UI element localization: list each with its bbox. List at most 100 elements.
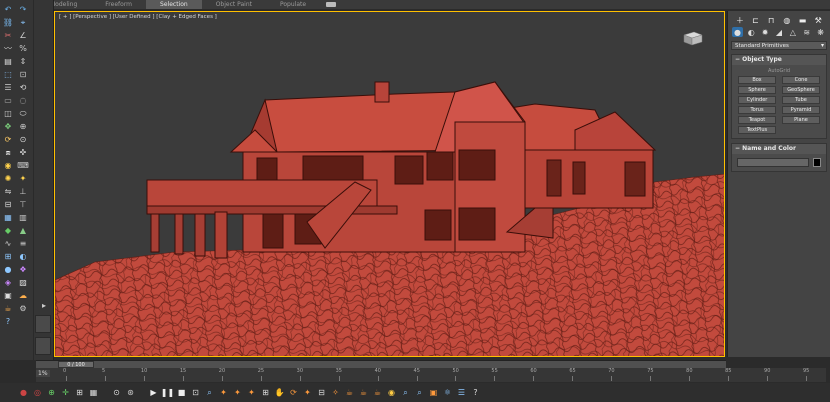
cylinder-button[interactable]: Cylinder — [738, 96, 776, 104]
unlink-icon[interactable]: ✂ — [2, 30, 14, 41]
time-config-icon[interactable]: ⊡ — [190, 387, 201, 398]
tab-selection[interactable]: Selection — [146, 0, 202, 9]
settings-icon[interactable]: ⚙ — [17, 303, 29, 314]
scale-icon[interactable]: ⧈ — [2, 147, 14, 158]
hierarchy-tab-icon[interactable]: ⊓ — [765, 15, 777, 25]
tab-object-paint[interactable]: Object Paint — [202, 0, 266, 9]
textplus-button[interactable]: TextPlus — [738, 126, 776, 134]
track-bar[interactable]: 0 5 10 15 20 25 30 35 40 45 50 55 60 65 70 75 80 85 90 95 — [36, 368, 826, 382]
move-icon[interactable]: ✥ — [2, 121, 14, 132]
tab-freeform[interactable]: Freeform — [91, 0, 146, 9]
place-icon[interactable]: ◉ — [2, 160, 14, 171]
material-browser-icon[interactable]: ⌕ — [414, 387, 425, 398]
undo-icon[interactable]: ↶ — [2, 4, 14, 15]
ribbon-options-icon[interactable] — [326, 2, 337, 7]
systems-icon[interactable]: ❋ — [815, 27, 826, 37]
named-sets-icon[interactable]: ⊡ — [17, 69, 29, 80]
spinner-snap-icon[interactable]: ⇕ — [17, 56, 29, 67]
paint-select-icon[interactable]: ⬭ — [17, 108, 29, 119]
graphite-icon[interactable]: ◆ — [2, 225, 14, 236]
zoom-extents-icon[interactable]: ✦ — [232, 387, 243, 398]
time-slider[interactable]: 0 / 100 — [58, 361, 94, 368]
maxscript-icon[interactable]: ● — [18, 387, 29, 398]
pause-icon[interactable]: ❚❚ — [161, 387, 174, 398]
light-icon[interactable]: ✦ — [17, 173, 29, 184]
object-type-header[interactable]: − Object Type — [732, 55, 826, 65]
tab-populate[interactable]: Populate — [266, 0, 320, 9]
shapes-icon[interactable]: ◐ — [746, 27, 757, 37]
percent-snap-icon[interactable]: % — [17, 43, 29, 54]
cone-button[interactable]: Cone — [782, 76, 820, 84]
slate-editor-icon[interactable]: ▣ — [428, 387, 439, 398]
teapot-button[interactable]: Teapot — [738, 116, 776, 124]
help-bottom-icon[interactable]: ? — [470, 387, 481, 398]
effects-icon[interactable]: ⌕ — [400, 387, 411, 398]
plane-button[interactable]: Plane — [782, 116, 820, 124]
manipulate-icon[interactable]: ✜ — [17, 147, 29, 158]
walk-icon[interactable]: ✦ — [302, 387, 313, 398]
redo-icon[interactable]: ↷ — [17, 4, 29, 15]
layer-icon[interactable]: ▦ — [2, 212, 14, 223]
keyboard-shortcut-icon[interactable]: ⌨ — [17, 160, 29, 171]
bind-spacewarp-icon[interactable]: 〰 — [2, 43, 14, 54]
utilities-tab-icon[interactable]: ⚒ — [812, 15, 824, 25]
zoom-icon[interactable]: ⌕ — [204, 387, 215, 398]
absolute-mode-icon[interactable]: ✛ — [60, 387, 71, 398]
select-lasso-icon[interactable]: ◌ — [17, 95, 29, 106]
grid-icon[interactable]: ▦ — [88, 387, 99, 398]
select-object-icon[interactable]: ⬚ — [2, 69, 14, 80]
lock-selection-icon[interactable]: ◎ — [32, 387, 43, 398]
selection-filter-icon[interactable]: ▤ — [2, 56, 14, 67]
lights-icon[interactable]: ✹ — [760, 27, 771, 37]
active-shade-icon[interactable]: ☕ — [372, 387, 383, 398]
viewcube-icon[interactable] — [682, 30, 704, 46]
primitive-category-dropdown[interactable]: Standard Primitives — [731, 41, 827, 50]
viewport-maximize-button[interactable] — [35, 337, 51, 355]
normal-align-icon[interactable]: ⊥ — [17, 186, 29, 197]
select-rotate-icon[interactable]: ⟲ — [17, 82, 29, 93]
link-icon[interactable]: ⛓ — [2, 17, 14, 28]
compact-material-icon[interactable]: ◐ — [17, 251, 29, 262]
perspective-viewport[interactable]: [ + ] [Perspective ] [User Defined ] [Cl… — [54, 11, 725, 357]
maximize-viewport-icon[interactable]: ⊟ — [316, 387, 327, 398]
expand-arrow-icon[interactable]: ▸ — [38, 300, 50, 311]
rect-selection-icon[interactable]: ▭ — [2, 95, 14, 106]
render-setup-icon[interactable]: ◈ — [2, 277, 14, 288]
snaps-icon[interactable]: ⌖ — [17, 17, 29, 28]
pan-icon[interactable]: ✋ — [274, 387, 285, 398]
scene-explorer-icon[interactable]: ▥ — [17, 212, 29, 223]
render-teapot-icon[interactable]: ☕ — [344, 387, 355, 398]
material-editor-icon[interactable]: ● — [2, 264, 14, 275]
quick-align-icon[interactable]: ⊤ — [17, 199, 29, 210]
time-slider-track[interactable]: 0 / 100 — [36, 360, 726, 368]
reference-coord-icon[interactable]: ⊕ — [17, 121, 29, 132]
ribbon-toggle-icon[interactable]: ▲ — [17, 225, 29, 236]
viewport-layout-button[interactable] — [35, 315, 51, 333]
render-production-icon[interactable]: ▨ — [17, 277, 29, 288]
name-color-header[interactable]: − Name and Color — [732, 144, 826, 154]
cameras-icon[interactable]: ◢ — [774, 27, 785, 37]
render-cloud-icon[interactable]: ☁ — [17, 290, 29, 301]
help-icon[interactable]: ? — [2, 316, 14, 327]
play-icon[interactable]: ▶ — [148, 387, 159, 398]
zoom-region-icon[interactable]: ✦ — [246, 387, 257, 398]
render-frame-window-icon[interactable]: ☕ — [358, 387, 369, 398]
pivot-icon[interactable]: ⊙ — [17, 134, 29, 145]
torus-button[interactable]: Torus — [738, 106, 776, 114]
render-iterative-icon[interactable]: ❖ — [17, 264, 29, 275]
viewport-label[interactable]: [ + ] [Perspective ] [User Defined ] [Cl… — [59, 14, 217, 20]
create-tab-icon[interactable]: ＋ — [734, 15, 746, 25]
select-by-name-icon[interactable]: ☰ — [2, 82, 14, 93]
angle-snap-icon[interactable]: ∠ — [17, 30, 29, 41]
isolate-icon[interactable]: ⊕ — [46, 387, 57, 398]
render-frame-icon[interactable]: ▣ — [2, 290, 14, 301]
geosphere-button[interactable]: GeoSphere — [782, 86, 820, 94]
render-icon[interactable]: ☕ — [2, 303, 14, 314]
render-region-icon[interactable]: ✧ — [330, 387, 341, 398]
zoom-all-icon[interactable]: ✦ — [218, 387, 229, 398]
stop-icon[interactable]: ■ — [176, 387, 187, 398]
batch-render-icon[interactable]: ☰ — [456, 387, 467, 398]
helpers-icon[interactable]: △ — [787, 27, 798, 37]
dope-sheet-icon[interactable]: ≡ — [17, 238, 29, 249]
window-crossing-icon[interactable]: ◫ — [2, 108, 14, 119]
